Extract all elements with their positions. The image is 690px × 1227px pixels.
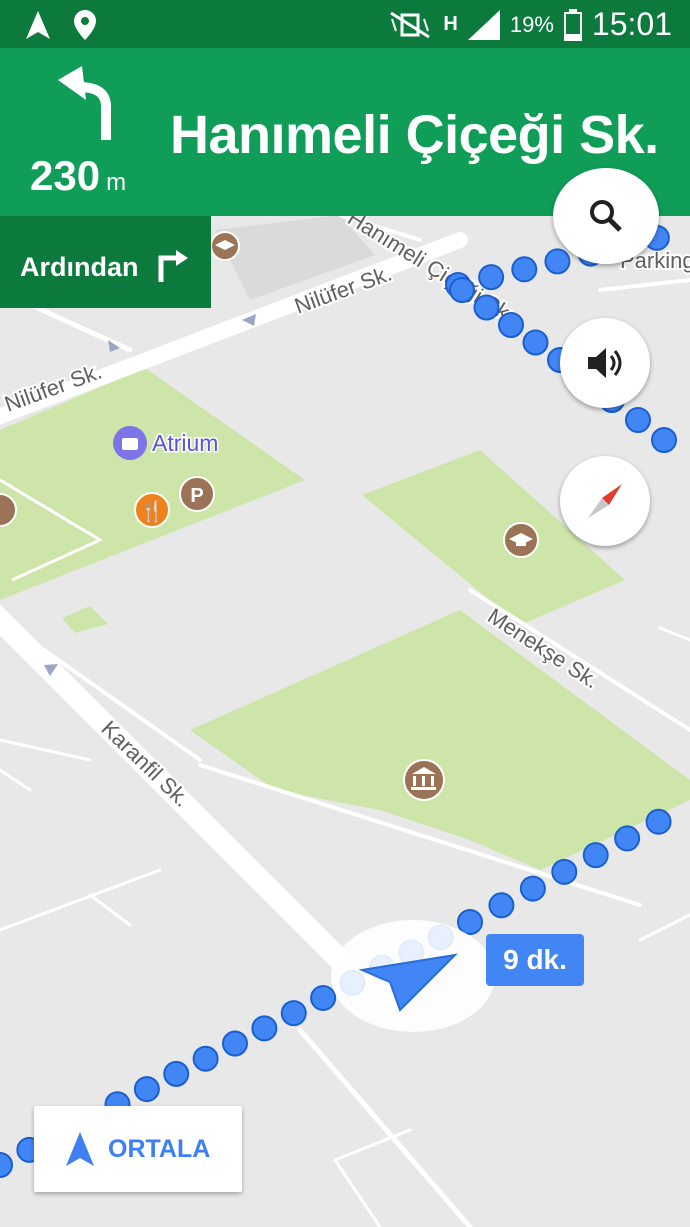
volume-icon — [588, 348, 622, 378]
compass-icon — [588, 484, 622, 518]
clock: 15:01 — [591, 6, 672, 42]
school-poi[interactable] — [210, 231, 240, 261]
route-dot — [519, 875, 546, 902]
route-dot — [522, 329, 549, 356]
route-dot — [498, 312, 524, 338]
search-button[interactable] — [553, 168, 659, 264]
route-dot — [478, 264, 505, 291]
school-poi[interactable] — [503, 522, 539, 558]
route-dot — [511, 256, 538, 283]
then-instruction[interactable]: Ardından — [0, 216, 211, 308]
turn-left-icon — [58, 66, 111, 140]
route-dot — [133, 1076, 160, 1103]
route-dot — [449, 277, 475, 303]
route-dot — [473, 294, 500, 321]
battery-percent: 19% — [509, 11, 554, 37]
museum-poi[interactable] — [403, 759, 445, 801]
route-dot — [310, 984, 337, 1011]
route-dot — [488, 892, 515, 919]
location-pin-icon — [74, 10, 96, 40]
parking-poi[interactable]: P — [179, 476, 215, 512]
route-dot — [457, 909, 483, 935]
poi-atrium[interactable]: Atrium — [113, 426, 220, 460]
route-dot — [251, 1015, 278, 1042]
next-street-name: Hanımeli Çiçeği Sk. — [170, 105, 659, 165]
signal-icon — [467, 9, 500, 40]
navigation-icon — [26, 11, 50, 39]
route-dot — [651, 427, 677, 453]
route-dot — [192, 1045, 219, 1072]
search-icon — [590, 200, 622, 232]
route-dot — [544, 248, 571, 275]
restaurant-poi[interactable]: 🍴 — [134, 492, 170, 528]
route-dot — [163, 1060, 190, 1087]
svg-text:🍴: 🍴 — [140, 499, 165, 523]
sound-button[interactable] — [560, 318, 650, 408]
route-dot — [222, 1030, 248, 1057]
status-bar: H 19% 15:01 — [0, 0, 690, 48]
turn-right-icon — [158, 250, 188, 282]
route-dot — [614, 825, 641, 852]
eta-badge: 9 dk. — [486, 934, 584, 986]
distance-value: 230 — [30, 152, 101, 199]
mute-vibrate-icon — [390, 11, 431, 38]
recenter-label: ORTALA — [108, 1134, 211, 1163]
network-type: H — [443, 13, 458, 35]
poi-atrium-label: Atrium — [152, 430, 218, 456]
route-dot — [280, 1000, 307, 1027]
then-label: Ardından — [20, 252, 139, 282]
recenter-button[interactable]: ORTALA — [34, 1106, 242, 1192]
navigation-arrow-icon — [66, 1132, 94, 1166]
compass-button[interactable] — [560, 456, 650, 546]
svg-text:P: P — [190, 485, 203, 507]
route-dot — [645, 808, 672, 835]
route-dot — [551, 858, 578, 885]
route-dot — [625, 407, 651, 433]
current-location-puck — [331, 920, 495, 1032]
route-dot — [582, 842, 609, 869]
turn-distance: 230 m — [30, 152, 126, 200]
battery-icon — [563, 8, 582, 41]
distance-unit: m — [106, 169, 127, 196]
